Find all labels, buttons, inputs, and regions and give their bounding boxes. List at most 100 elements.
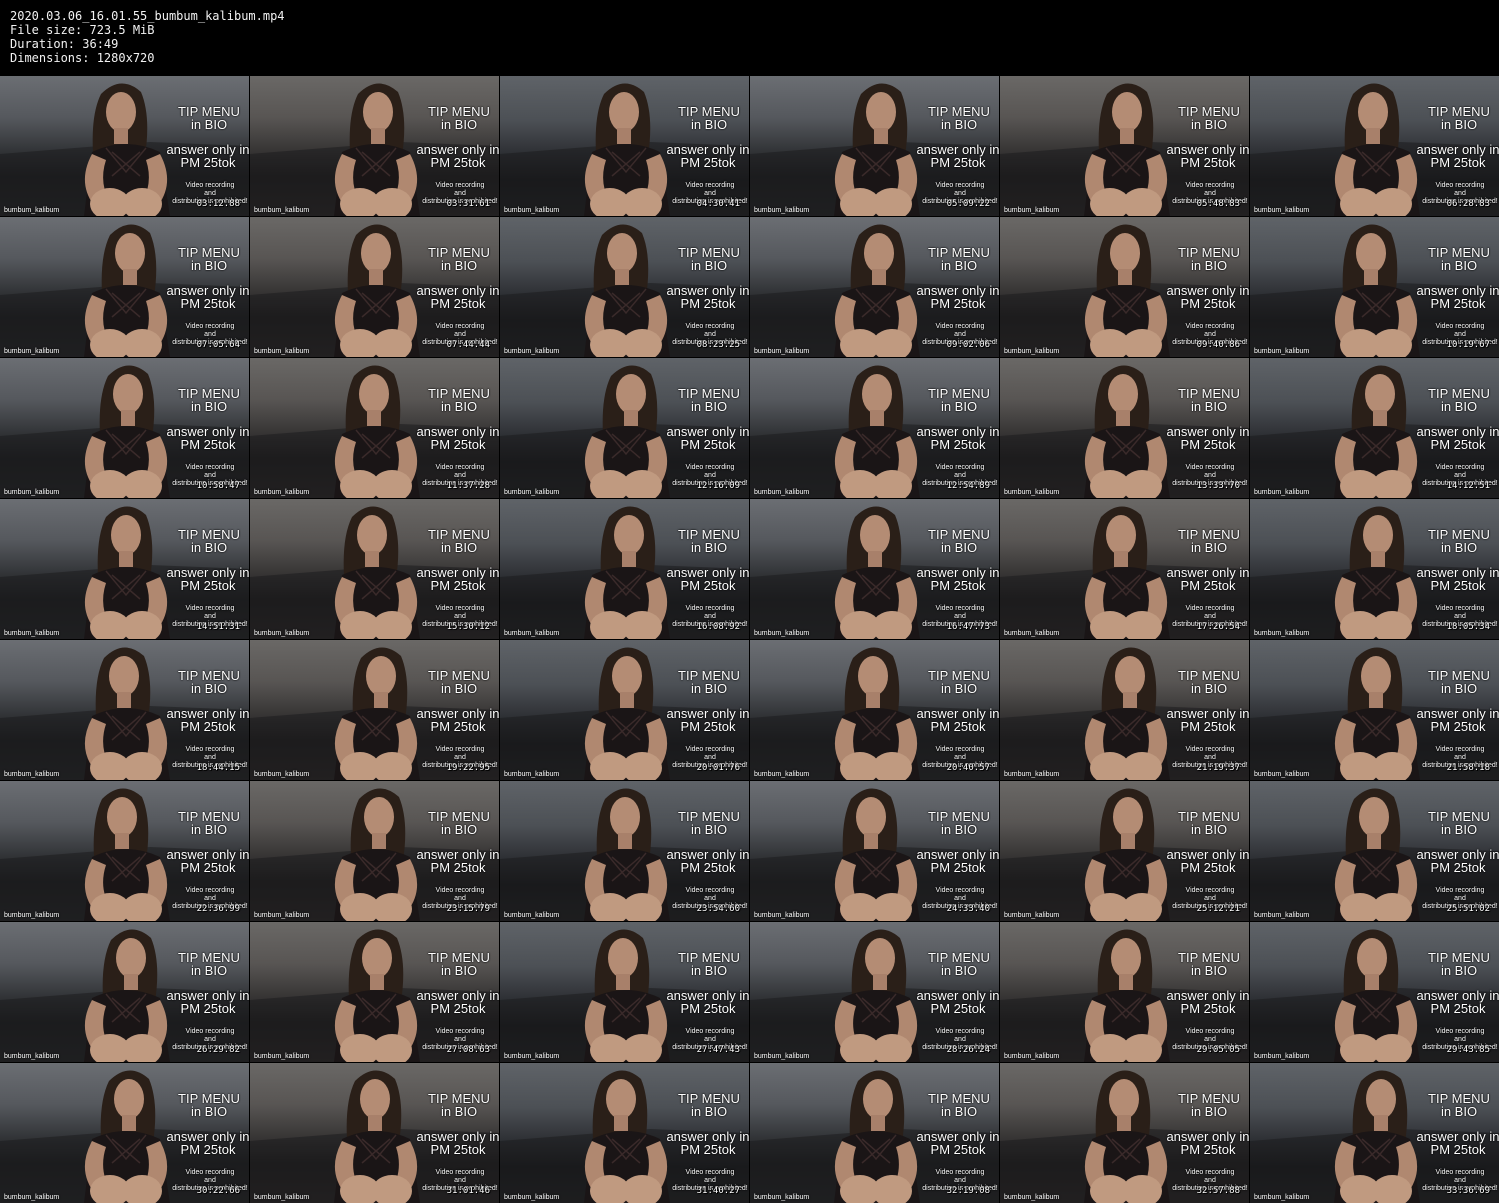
notice-line1: Video recording — [1435, 323, 1485, 330]
video-thumbnail-13[interactable]: TIP MENU in BIO answer only in PM 25tok … — [0, 358, 249, 498]
video-thumbnail-17[interactable]: TIP MENU in BIO answer only in PM 25tok … — [1000, 358, 1249, 498]
tip-menu-overlay: TIP MENU in BIO — [1422, 528, 1496, 554]
watermark: bumbum_kalibum — [4, 1053, 60, 1060]
video-thumbnail-31[interactable]: TIP MENU in BIO answer only in PM 25tok … — [0, 781, 249, 921]
video-thumbnail-36[interactable]: TIP MENU in BIO answer only in PM 25tok … — [1250, 781, 1499, 921]
video-thumbnail-16[interactable]: TIP MENU in BIO answer only in PM 25tok … — [750, 358, 999, 498]
answer-line2: PM 25tok — [930, 437, 986, 452]
video-thumbnail-10[interactable]: TIP MENU in BIO answer only in PM 25tok … — [750, 217, 999, 357]
notice-line2: and — [1454, 613, 1466, 620]
video-thumbnail-44[interactable]: TIP MENU in BIO answer only in PM 25tok … — [250, 1063, 499, 1203]
video-thumbnail-21[interactable]: TIP MENU in BIO answer only in PM 25tok … — [500, 499, 749, 639]
video-thumbnail-22[interactable]: TIP MENU in BIO answer only in PM 25tok … — [750, 499, 999, 639]
video-thumbnail-34[interactable]: TIP MENU in BIO answer only in PM 25tok … — [750, 781, 999, 921]
answer-overlay: answer only in PM 25tok — [1166, 143, 1249, 169]
video-thumbnail-35[interactable]: TIP MENU in BIO answer only in PM 25tok … — [1000, 781, 1249, 921]
tip-menu-overlay: TIP MENU in BIO — [1422, 669, 1496, 695]
answer-overlay: answer only in PM 25tok — [666, 425, 749, 451]
notice-line1: Video recording — [435, 887, 485, 894]
video-thumbnail-27[interactable]: TIP MENU in BIO answer only in PM 25tok … — [500, 640, 749, 780]
video-thumbnail-2[interactable]: TIP MENU in BIO answer only in PM 25tok … — [250, 76, 499, 216]
video-thumbnail-42[interactable]: TIP MENU in BIO answer only in PM 25tok … — [1250, 922, 1499, 1062]
video-thumbnail-24[interactable]: TIP MENU in BIO answer only in PM 25tok … — [1250, 499, 1499, 639]
answer-line2: PM 25tok — [430, 296, 486, 311]
video-thumbnail-1[interactable]: TIP MENU in BIO answer only in PM 25tok … — [0, 76, 249, 216]
video-thumbnail-20[interactable]: TIP MENU in BIO answer only in PM 25tok … — [250, 499, 499, 639]
tip-menu-line2: in BIO — [1190, 822, 1228, 837]
video-thumbnail-26[interactable]: TIP MENU in BIO answer only in PM 25tok … — [250, 640, 499, 780]
tip-menu-line2: in BIO — [690, 822, 728, 837]
tip-menu-overlay: TIP MENU in BIO — [922, 1092, 996, 1118]
tip-menu-overlay: TIP MENU in BIO — [1422, 1092, 1496, 1118]
timestamp: 27:08.63 — [446, 1045, 490, 1055]
notice-line2: and — [704, 613, 716, 620]
watermark: bumbum_kalibum — [1254, 207, 1310, 214]
video-thumbnail-3[interactable]: TIP MENU in BIO answer only in PM 25tok … — [500, 76, 749, 216]
notice-line2: and — [954, 190, 966, 197]
video-thumbnail-46[interactable]: TIP MENU in BIO answer only in PM 25tok … — [750, 1063, 999, 1203]
timestamp: 32:57.88 — [1196, 1186, 1240, 1196]
video-thumbnail-30[interactable]: TIP MENU in BIO answer only in PM 25tok … — [1250, 640, 1499, 780]
answer-overlay: answer only in PM 25tok — [1166, 848, 1249, 874]
video-thumbnail-29[interactable]: TIP MENU in BIO answer only in PM 25tok … — [1000, 640, 1249, 780]
tip-menu-overlay: TIP MENU in BIO — [422, 810, 496, 836]
tip-menu-overlay: TIP MENU in BIO — [422, 669, 496, 695]
notice-line1: Video recording — [1185, 464, 1235, 471]
video-thumbnail-4[interactable]: TIP MENU in BIO answer only in PM 25tok … — [750, 76, 999, 216]
watermark: bumbum_kalibum — [254, 348, 310, 355]
answer-line2: PM 25tok — [1430, 437, 1486, 452]
answer-overlay: answer only in PM 25tok — [666, 143, 749, 169]
tip-menu-line2: in BIO — [1190, 258, 1228, 273]
timestamp: 31:01.46 — [446, 1186, 490, 1196]
timestamp: 26:29.82 — [196, 1045, 240, 1055]
video-thumbnail-25[interactable]: TIP MENU in BIO answer only in PM 25tok … — [0, 640, 249, 780]
answer-line2: PM 25tok — [680, 155, 736, 170]
video-thumbnail-12[interactable]: TIP MENU in BIO answer only in PM 25tok … — [1250, 217, 1499, 357]
video-thumbnail-47[interactable]: TIP MENU in BIO answer only in PM 25tok … — [1000, 1063, 1249, 1203]
video-thumbnail-5[interactable]: TIP MENU in BIO answer only in PM 25tok … — [1000, 76, 1249, 216]
video-thumbnail-19[interactable]: TIP MENU in BIO answer only in PM 25tok … — [0, 499, 249, 639]
tip-menu-line2: in BIO — [190, 117, 228, 132]
video-thumbnail-8[interactable]: TIP MENU in BIO answer only in PM 25tok … — [250, 217, 499, 357]
answer-line2: PM 25tok — [930, 719, 986, 734]
video-thumbnail-11[interactable]: TIP MENU in BIO answer only in PM 25tok … — [1000, 217, 1249, 357]
video-thumbnail-23[interactable]: TIP MENU in BIO answer only in PM 25tok … — [1000, 499, 1249, 639]
notice-line2: and — [1204, 754, 1216, 761]
answer-line2: PM 25tok — [680, 719, 736, 734]
video-thumbnail-33[interactable]: TIP MENU in BIO answer only in PM 25tok … — [500, 781, 749, 921]
tip-menu-overlay: TIP MENU in BIO — [1172, 105, 1246, 131]
video-thumbnail-38[interactable]: TIP MENU in BIO answer only in PM 25tok … — [250, 922, 499, 1062]
video-thumbnail-32[interactable]: TIP MENU in BIO answer only in PM 25tok … — [250, 781, 499, 921]
tip-menu-overlay: TIP MENU in BIO — [1422, 951, 1496, 977]
notice-line1: Video recording — [1435, 464, 1485, 471]
video-thumbnail-18[interactable]: TIP MENU in BIO answer only in PM 25tok … — [1250, 358, 1499, 498]
answer-overlay: answer only in PM 25tok — [416, 284, 499, 310]
video-thumbnail-40[interactable]: TIP MENU in BIO answer only in PM 25tok … — [750, 922, 999, 1062]
video-thumbnail-39[interactable]: TIP MENU in BIO answer only in PM 25tok … — [500, 922, 749, 1062]
watermark: bumbum_kalibum — [254, 207, 310, 214]
video-thumbnail-28[interactable]: TIP MENU in BIO answer only in PM 25tok … — [750, 640, 999, 780]
tip-menu-line2: in BIO — [940, 258, 978, 273]
answer-overlay: answer only in PM 25tok — [666, 284, 749, 310]
notice-line1: Video recording — [185, 887, 235, 894]
answer-line2: PM 25tok — [1180, 437, 1236, 452]
tip-menu-line2: in BIO — [1440, 681, 1478, 696]
tip-menu-overlay: TIP MENU in BIO — [172, 951, 246, 977]
video-thumbnail-37[interactable]: TIP MENU in BIO answer only in PM 25tok … — [0, 922, 249, 1062]
timestamp: 17:26.54 — [1196, 622, 1240, 632]
timestamp: 27:47.43 — [696, 1045, 740, 1055]
video-thumbnail-14[interactable]: TIP MENU in BIO answer only in PM 25tok … — [250, 358, 499, 498]
video-thumbnail-48[interactable]: TIP MENU in BIO answer only in PM 25tok … — [1250, 1063, 1499, 1203]
video-thumbnail-41[interactable]: TIP MENU in BIO answer only in PM 25tok … — [1000, 922, 1249, 1062]
video-thumbnail-7[interactable]: TIP MENU in BIO answer only in PM 25tok … — [0, 217, 249, 357]
video-thumbnail-43[interactable]: TIP MENU in BIO answer only in PM 25tok … — [0, 1063, 249, 1203]
tip-menu-line2: in BIO — [440, 963, 478, 978]
timestamp: 04:30.41 — [696, 199, 740, 209]
answer-line2: PM 25tok — [180, 719, 236, 734]
answer-line2: PM 25tok — [430, 719, 486, 734]
video-thumbnail-9[interactable]: TIP MENU in BIO answer only in PM 25tok … — [500, 217, 749, 357]
timestamp: 22:36.99 — [196, 904, 240, 914]
video-thumbnail-15[interactable]: TIP MENU in BIO answer only in PM 25tok … — [500, 358, 749, 498]
video-thumbnail-6[interactable]: TIP MENU in BIO answer only in PM 25tok … — [1250, 76, 1499, 216]
video-thumbnail-45[interactable]: TIP MENU in BIO answer only in PM 25tok … — [500, 1063, 749, 1203]
